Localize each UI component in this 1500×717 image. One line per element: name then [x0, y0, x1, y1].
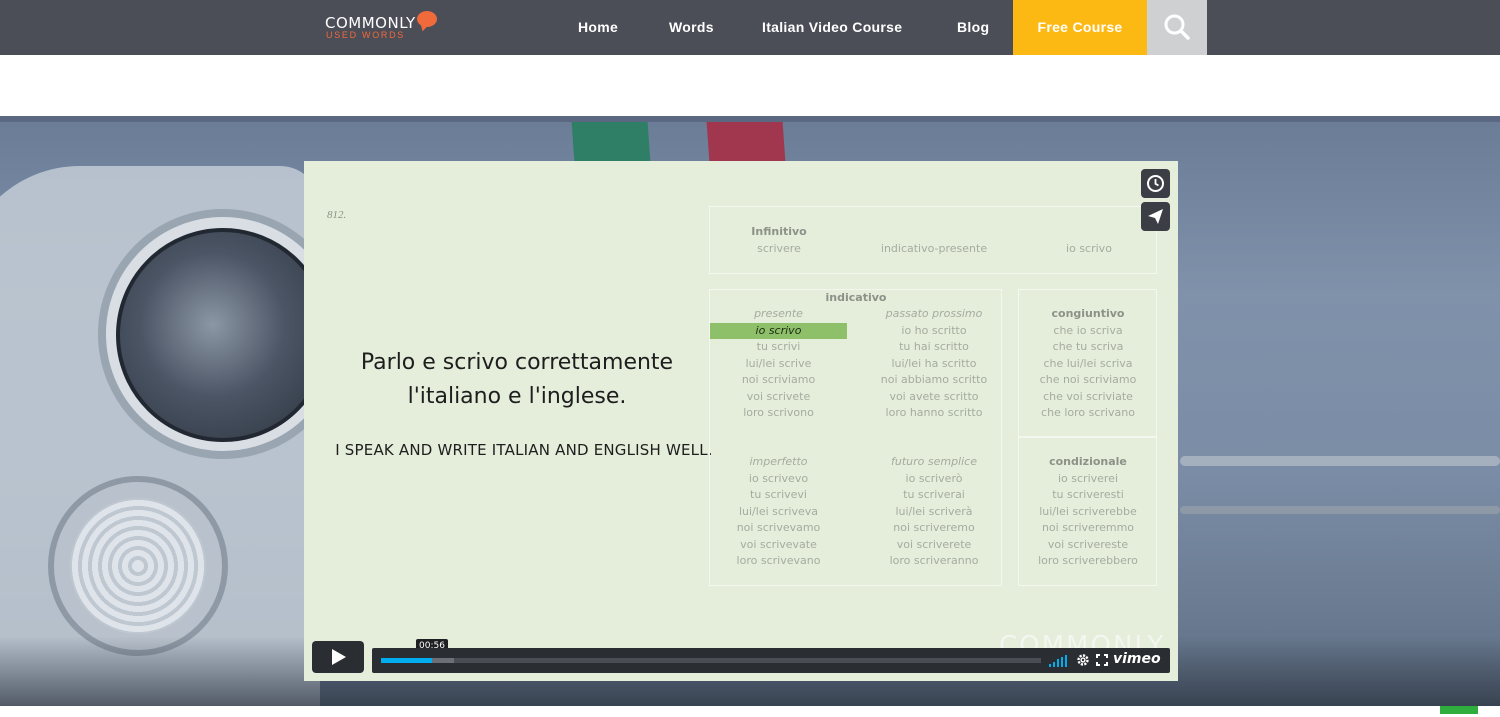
condizionale-form-1: io scriverei [1057, 471, 1119, 485]
form-label: io scrivo [1066, 242, 1112, 255]
car-indicator-light [70, 498, 206, 634]
speech-bubble-icon [417, 11, 437, 27]
congiuntivo-column: congiuntivo che io scriva che tu scriva … [1018, 306, 1158, 422]
passato-prossimo-title: passato prossimo [885, 307, 983, 320]
futuro-form-4: noi scriveremo [893, 521, 975, 534]
imperfetto-form-6: loro scrivevano [736, 554, 821, 567]
condizionale-form-3: lui/lei scriverebbe [1039, 504, 1137, 518]
congiuntivo-form-5: che voi scriviate [1043, 389, 1133, 403]
passato-form-2: tu hai scritto [899, 340, 969, 353]
congiuntivo-title: congiuntivo [1051, 307, 1125, 320]
italian-sentence-line-2: l'italiano e l'inglese. [407, 384, 627, 409]
volume-icon[interactable] [1049, 654, 1069, 667]
futuro-semplice-column: futuro semplice io scriverò tu scriverai… [864, 454, 1004, 570]
progress-played [381, 658, 433, 663]
presente-title: presente [754, 307, 803, 320]
futuro-form-2: tu scriverai [903, 488, 965, 501]
presente-form-5: voi scrivete [746, 389, 811, 403]
vimeo-logo[interactable]: vimeo [1113, 651, 1161, 667]
presente-form-6: loro scrivono [743, 406, 814, 419]
congiuntivo-form-1: che io scriva [1053, 323, 1123, 337]
settings-gear-icon[interactable] [1076, 653, 1090, 667]
italian-sentence-line-1: Parlo e scrivo correttamente [360, 350, 674, 375]
page-content-start [5, 706, 1500, 717]
imperfetto-form-2: tu scrivevi [750, 488, 807, 501]
presente-column: presente io scrivo tu scrivi lui/lei scr… [710, 306, 847, 422]
congiuntivo-form-4: che noi scriviamo [1039, 373, 1137, 386]
imperfetto-form-1: io scrivevo [748, 471, 809, 485]
condizionale-form-5: voi scrivereste [1047, 537, 1129, 551]
passato-prossimo-column: passato prossimo io ho scritto tu hai sc… [864, 306, 1004, 422]
nav-words[interactable]: Words [669, 0, 714, 55]
flag-stripe-green [571, 122, 651, 162]
infinitive-value: scrivere [757, 242, 801, 255]
condizionale-form-6: loro scriverebbero [1038, 554, 1138, 567]
play-button[interactable] [312, 641, 364, 673]
futuro-form-6: loro scriveranno [889, 554, 979, 567]
passato-form-6: loro hanno scritto [885, 406, 983, 419]
car-chrome-trim-lower [1180, 506, 1500, 514]
car-chrome-trim [1180, 456, 1500, 466]
watch-later-button[interactable] [1141, 169, 1170, 198]
condizionale-title: condizionale [1049, 455, 1127, 468]
passato-form-4: noi abbiamo scritto [880, 373, 988, 386]
player-control-bar: vimeo [372, 648, 1170, 673]
search-button[interactable] [1147, 0, 1207, 55]
condizionale-form-4: noi scriveremmo [1041, 521, 1135, 534]
imperfetto-form-4: noi scrivevamo [736, 521, 821, 534]
condizionale-form-2: tu scriveresti [1052, 488, 1124, 501]
futuro-form-1: io scriverò [905, 471, 963, 485]
indicativo-title: indicativo [825, 291, 887, 304]
presente-form-3: lui/lei scrive [745, 356, 812, 370]
italian-sentence: Parlo e scrivo correttamente l'italiano … [324, 346, 710, 414]
tense-label: indicativo-presente [880, 242, 988, 255]
english-translation: I SPEAK AND WRITE ITALIAN AND ENGLISH WE… [335, 441, 713, 459]
clock-icon [1147, 175, 1164, 192]
nav-blog[interactable]: Blog [957, 0, 989, 55]
passato-form-3: lui/lei ha scritto [891, 356, 977, 370]
search-icon [1164, 14, 1190, 40]
site-logo[interactable]: COMMONLY USED WORDS [325, 10, 440, 42]
congiuntivo-form-6: che loro scrivano [1041, 406, 1135, 419]
nav-italian-video-course[interactable]: Italian Video Course [762, 0, 902, 55]
imperfetto-title: imperfetto [749, 455, 808, 468]
share-button[interactable] [1141, 202, 1170, 231]
green-tab-edge [1440, 706, 1478, 714]
free-course-button[interactable]: Free Course [1013, 0, 1147, 55]
passato-form-1: io ho scritto [901, 323, 967, 337]
imperfetto-form-5: voi scrivevate [740, 537, 817, 551]
congiuntivo-form-2: che tu scriva [1052, 340, 1124, 353]
imperfetto-column: imperfetto io scrivevo tu scrivevi lui/l… [710, 454, 847, 570]
flag-stripe-red [706, 122, 786, 162]
futuro-form-5: voi scriverete [896, 537, 972, 551]
presente-form-4: noi scriviamo [741, 373, 816, 386]
top-navbar: COMMONLY USED WORDS Home Words Italian V… [0, 0, 1500, 55]
infinitive-label: Infinitivo [751, 225, 807, 238]
video-player[interactable]: 812. Parlo e scrivo correttamente l'ital… [304, 161, 1178, 681]
logo-tagline: USED WORDS [326, 30, 406, 40]
futuro-semplice-title: futuro semplice [890, 455, 977, 468]
car-headlight [116, 228, 330, 442]
futuro-form-3: lui/lei scriverà [895, 504, 973, 518]
slide-number: 812. [327, 209, 347, 221]
nav-home[interactable]: Home [578, 0, 618, 55]
paper-plane-icon [1148, 209, 1163, 224]
congiuntivo-form-3: che lui/lei scriva [1043, 356, 1133, 370]
passato-form-5: voi avete scritto [889, 389, 979, 403]
progress-bar[interactable] [381, 658, 1041, 663]
imperfetto-form-3: lui/lei scriveva [738, 504, 819, 518]
condizionale-column: condizionale io scriverei tu scriveresti… [1018, 454, 1158, 570]
fullscreen-icon[interactable] [1095, 653, 1109, 667]
presente-form-2: tu scrivi [756, 340, 801, 353]
presente-form-1: io scrivo [710, 322, 847, 339]
